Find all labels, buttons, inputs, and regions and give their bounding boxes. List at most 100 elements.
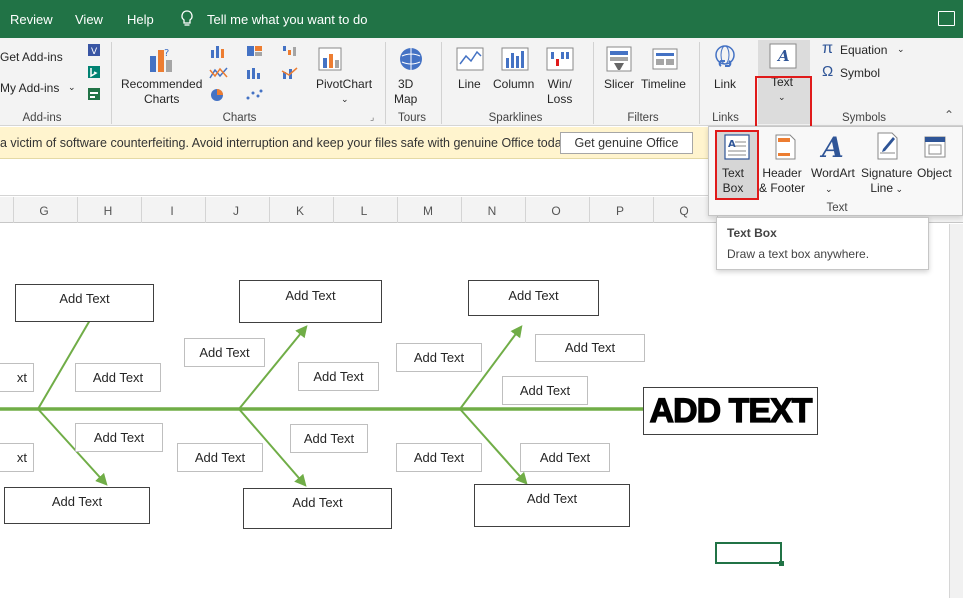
column-header-g[interactable]: G: [34, 204, 54, 218]
link-button[interactable]: Link: [714, 77, 736, 92]
sparkline-winloss-icon[interactable]: [545, 44, 575, 74]
wordart-button[interactable]: WordArt: [811, 166, 855, 181]
chevron-down-icon[interactable]: ⌄: [68, 80, 76, 95]
text-box[interactable]: Add Text: [177, 443, 263, 472]
header-footer-icon[interactable]: [771, 133, 799, 161]
chevron-down-icon[interactable]: ⌄: [897, 42, 905, 57]
wordart-icon[interactable]: A: [819, 131, 847, 161]
bing-maps-icon[interactable]: [86, 64, 102, 80]
collapse-ribbon-icon[interactable]: ⌃: [944, 108, 954, 123]
waterfall-chart-icon[interactable]: [281, 44, 301, 58]
text-box[interactable]: Add Text: [239, 280, 382, 323]
tooltip-description: Draw a text box anywhere.: [727, 247, 870, 261]
vertical-scrollbar[interactable]: [949, 224, 963, 598]
text-box[interactable]: Add Text: [474, 484, 630, 527]
slicer-icon[interactable]: [604, 44, 634, 74]
chevron-down-icon[interactable]: ⌄: [341, 92, 349, 107]
signature-line-icon[interactable]: [873, 131, 901, 161]
sparkline-winloss-button[interactable]: Win/Loss: [547, 77, 572, 107]
text-icon[interactable]: A: [768, 42, 798, 70]
timeline-button[interactable]: Timeline: [641, 77, 686, 92]
sparkline-column-button[interactable]: Column: [493, 77, 534, 92]
scatter-chart-icon[interactable]: [245, 88, 265, 102]
column-header-j[interactable]: J: [226, 204, 246, 218]
text-box[interactable]: Add Text: [290, 424, 368, 453]
text-box[interactable]: xt: [0, 443, 34, 472]
column-header-h[interactable]: H: [98, 204, 118, 218]
active-cell[interactable]: [715, 542, 784, 566]
combo-chart-icon[interactable]: [281, 66, 301, 80]
header-footer-button[interactable]: Header & Footer: [759, 166, 805, 196]
group-separator: [593, 42, 594, 124]
text-box[interactable]: Add Text: [298, 362, 379, 391]
column-divider: [141, 197, 142, 223]
sparkline-column-icon[interactable]: [500, 44, 530, 74]
text-box[interactable]: Add Text: [468, 280, 599, 316]
pie-chart-icon[interactable]: [209, 88, 229, 102]
svg-text:?: ?: [164, 48, 169, 59]
text-box[interactable]: Add Text: [502, 376, 588, 405]
column-header-o[interactable]: O: [546, 204, 566, 218]
column-header-k[interactable]: K: [290, 204, 310, 218]
sparkline-line-icon[interactable]: [455, 44, 485, 74]
group-label-charts: Charts: [222, 112, 257, 124]
pi-icon[interactable]: π: [822, 41, 833, 57]
column-divider: [333, 197, 334, 223]
tab-view[interactable]: View: [75, 12, 103, 27]
pivotchart-icon[interactable]: [316, 44, 346, 74]
signature-line-button[interactable]: Signature Line ⌄: [861, 166, 912, 197]
tab-help[interactable]: Help: [127, 12, 154, 27]
omega-icon[interactable]: Ω: [822, 64, 833, 79]
tell-me-search[interactable]: Tell me what you want to do: [207, 12, 367, 27]
recommended-charts-icon[interactable]: ?: [146, 44, 178, 76]
column-chart-icon[interactable]: [209, 44, 229, 58]
text-box[interactable]: Add Text: [520, 443, 610, 472]
3d-map-icon[interactable]: [396, 44, 426, 74]
text-box[interactable]: Add Text: [184, 338, 265, 367]
pivotchart-button[interactable]: PivotChart: [316, 77, 372, 92]
link-icon[interactable]: [710, 44, 740, 74]
text-box[interactable]: Add Text: [75, 363, 161, 392]
column-header-l[interactable]: L: [354, 204, 374, 218]
column-header-q[interactable]: Q: [674, 204, 694, 218]
people-graph-icon[interactable]: [86, 86, 102, 102]
text-box[interactable]: Add Text: [4, 487, 150, 524]
comments-icon[interactable]: [938, 11, 955, 26]
hierarchy-chart-icon[interactable]: [245, 44, 265, 58]
text-box[interactable]: Add Text: [75, 423, 163, 452]
equation-button[interactable]: Equation: [840, 43, 887, 58]
fishbone-head-text-box[interactable]: ADD TEXT: [643, 387, 818, 435]
slicer-button[interactable]: Slicer: [604, 77, 634, 92]
get-addins-button[interactable]: Get Add-ins: [0, 50, 63, 65]
dialog-launcher-icon[interactable]: ⌟: [370, 110, 374, 125]
my-addins-button[interactable]: My Add-ins: [0, 81, 59, 96]
symbol-button[interactable]: Symbol: [840, 66, 880, 81]
column-divider: [13, 197, 14, 223]
column-header-m[interactable]: M: [418, 204, 438, 218]
object-button[interactable]: Object: [917, 166, 952, 181]
text-box[interactable]: Add Text: [15, 284, 154, 322]
object-icon[interactable]: [921, 133, 949, 161]
text-box[interactable]: Add Text: [243, 488, 392, 529]
text-box[interactable]: Add Text: [396, 443, 482, 472]
recommended-charts-button[interactable]: Recommended Charts: [121, 77, 202, 107]
timeline-icon[interactable]: [650, 44, 680, 74]
column-header-p[interactable]: P: [610, 204, 630, 218]
column-header-i[interactable]: I: [162, 204, 182, 218]
text-box[interactable]: Add Text: [396, 343, 482, 372]
statistic-chart-icon[interactable]: [245, 66, 265, 80]
visio-icon[interactable]: V: [86, 42, 102, 58]
chevron-down-icon[interactable]: ⌄: [825, 182, 833, 197]
svg-text:V: V: [91, 47, 98, 57]
tab-review[interactable]: Review: [10, 12, 53, 27]
text-box[interactable]: Add Text: [535, 334, 645, 362]
get-genuine-office-button[interactable]: Get genuine Office: [560, 132, 693, 154]
text-box[interactable]: xt: [0, 363, 34, 392]
column-header-n[interactable]: N: [482, 204, 502, 218]
column-divider: [525, 197, 526, 223]
sparkline-line-button[interactable]: Line: [458, 77, 481, 92]
group-label-text: Text: [826, 202, 848, 214]
group-separator: [111, 42, 112, 124]
3d-map-button[interactable]: 3D Map: [394, 77, 417, 107]
line-chart-icon[interactable]: [209, 66, 229, 80]
